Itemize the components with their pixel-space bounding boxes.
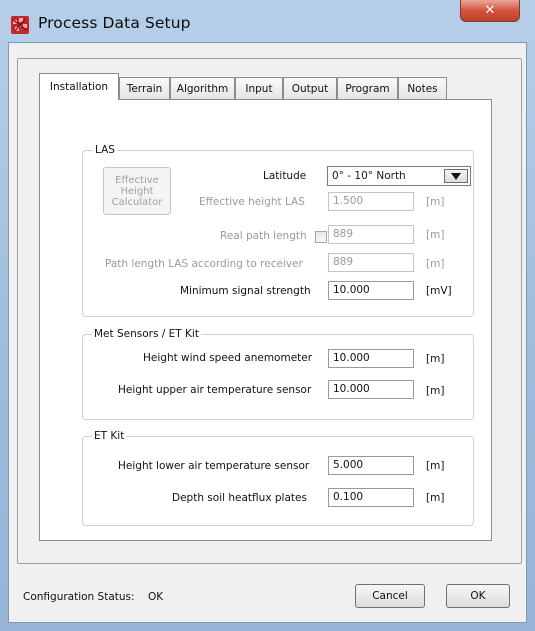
- las-group-title: LAS: [93, 144, 117, 156]
- configuration-status-value: OK: [148, 591, 164, 603]
- path-length-receiver-field[interactable]: 889: [328, 253, 414, 272]
- real-path-length-label: Real path length: [220, 230, 307, 242]
- path-length-receiver-unit: [m]: [426, 258, 445, 270]
- effective-height-calculator-button[interactable]: Effective Height Calculator: [103, 167, 171, 215]
- soil-heatflux-depth-unit: [m]: [426, 492, 445, 504]
- tab-output[interactable]: Output: [283, 77, 337, 99]
- effective-height-unit: [m]: [426, 196, 445, 208]
- close-button[interactable]: ✕: [460, 0, 520, 22]
- real-path-length-field[interactable]: 889: [328, 225, 414, 244]
- wind-speed-height-field[interactable]: 10.000: [328, 349, 414, 368]
- app-icon: [11, 16, 29, 34]
- met-sensors-group-title: Met Sensors / ET Kit: [92, 328, 201, 340]
- real-path-length-checkbox[interactable]: [315, 231, 327, 243]
- dialog-window: Process Data Setup ✕ Installation Terrai…: [0, 0, 535, 631]
- tab-installation[interactable]: Installation: [39, 73, 119, 100]
- lower-temp-height-field[interactable]: 5.000: [328, 456, 414, 475]
- min-signal-strength-label: Minimum signal strength: [180, 285, 311, 297]
- lower-temp-height-unit: [m]: [426, 460, 445, 472]
- latitude-label: Latitude: [263, 170, 307, 182]
- min-signal-strength-unit: [mV]: [426, 285, 452, 297]
- tab-program[interactable]: Program: [337, 77, 398, 99]
- ok-button[interactable]: OK: [446, 584, 510, 608]
- wind-speed-height-unit: [m]: [426, 353, 445, 365]
- latitude-select[interactable]: 0° - 10° North: [327, 166, 471, 186]
- tab-notes[interactable]: Notes: [398, 77, 447, 99]
- min-signal-strength-field[interactable]: 10.000: [328, 281, 414, 300]
- real-path-length-unit: [m]: [426, 229, 445, 241]
- upper-temp-height-unit: [m]: [426, 385, 445, 397]
- cancel-button[interactable]: Cancel: [355, 584, 425, 608]
- wind-speed-height-label: Height wind speed anemometer: [143, 352, 313, 364]
- title-bar[interactable]: Process Data Setup ✕: [0, 0, 535, 42]
- lower-temp-height-label: Height lower air temperature sensor: [118, 460, 310, 472]
- path-length-receiver-label: Path length LAS according to receiver: [105, 258, 303, 270]
- close-icon: ✕: [484, 3, 496, 18]
- tab-algorithm[interactable]: Algorithm: [170, 77, 235, 99]
- et-kit-group-title: ET Kit: [92, 430, 127, 442]
- latitude-select-value: 0° - 10° North: [332, 170, 406, 182]
- upper-temp-height-label: Height upper air temperature sensor: [118, 384, 312, 396]
- met-sensors-group: [82, 334, 474, 420]
- soil-heatflux-depth-field[interactable]: 0.100: [328, 488, 414, 507]
- effective-height-label: Effective height LAS: [199, 196, 305, 208]
- configuration-status-label: Configuration Status:: [23, 591, 135, 603]
- tab-terrain[interactable]: Terrain: [119, 77, 170, 99]
- chevron-down-icon[interactable]: [444, 169, 468, 183]
- soil-heatflux-depth-label: Depth soil heatflux plates: [172, 492, 307, 504]
- tab-input[interactable]: Input: [235, 77, 283, 99]
- upper-temp-height-field[interactable]: 10.000: [328, 380, 414, 399]
- window-title: Process Data Setup: [38, 14, 191, 32]
- et-kit-group: [82, 436, 474, 526]
- effective-height-field[interactable]: 1.500: [328, 192, 414, 211]
